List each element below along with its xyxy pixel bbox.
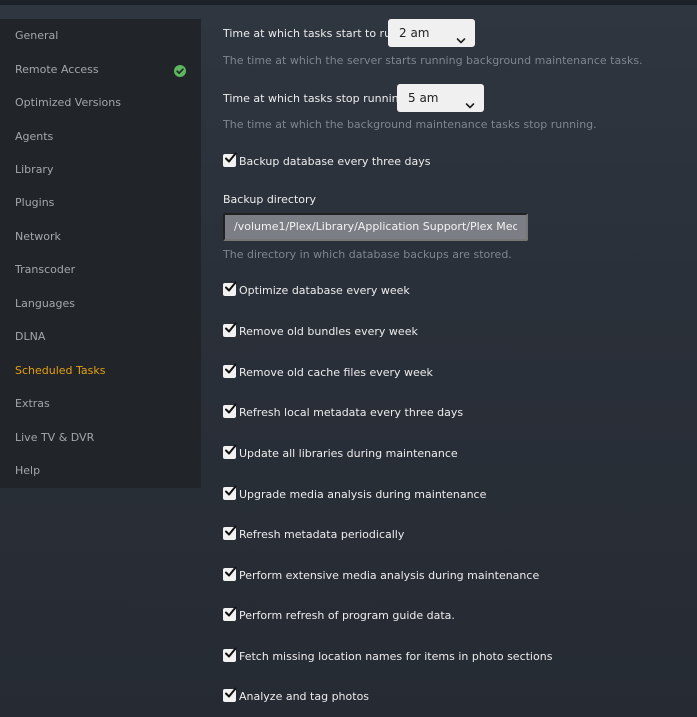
sidebar-item-label: Library <box>15 163 54 176</box>
sidebar-item-languages[interactable]: Languages <box>15 294 195 314</box>
sidebar-item-label: Remote Access <box>15 63 99 76</box>
task-label: Perform refresh of program guide data. <box>239 609 455 622</box>
sidebar-item-transcoder[interactable]: Transcoder <box>15 260 195 280</box>
backup-database-checkbox[interactable] <box>223 152 237 167</box>
sidebar-item-label: Agents <box>15 130 54 143</box>
task-label: Refresh metadata periodically <box>239 528 405 541</box>
sidebar-item-plugins[interactable]: Plugins <box>15 193 195 213</box>
task-label: Analyze and tag photos <box>239 690 370 703</box>
stop-time-select[interactable]: 5 am <box>397 84 484 112</box>
sidebar-item-agents[interactable]: Agents <box>15 127 195 147</box>
stop-time-hint: The time at which the background mainten… <box>223 118 597 131</box>
task-label: Fetch missing location names for items i… <box>239 650 553 663</box>
task-label: Upgrade media analysis during maintenanc… <box>239 488 487 501</box>
task-label: Perform extensive media analysis during … <box>239 569 540 582</box>
chevron-down-icon <box>456 28 466 44</box>
sidebar-item-label: Live TV & DVR <box>15 431 95 444</box>
sidebar-item-label: Extras <box>15 397 50 410</box>
sidebar-item-label: Help <box>15 464 41 477</box>
sidebar-item-live-tv-dvr[interactable]: Live TV & DVR <box>15 428 195 448</box>
sidebar-item-label: Optimized Versions <box>15 96 121 109</box>
sidebar-item-extras[interactable]: Extras <box>15 394 195 414</box>
sidebar-item-label: DLNA <box>15 330 46 343</box>
checkbox[interactable] <box>223 403 237 418</box>
sidebar-item-label: Languages <box>15 297 76 310</box>
checkbox[interactable] <box>223 485 237 500</box>
checkbox[interactable] <box>223 281 237 296</box>
sidebar-item-general[interactable]: General <box>15 26 195 46</box>
sidebar-item-label: Scheduled Tasks <box>15 364 106 377</box>
checkbox[interactable] <box>223 525 237 540</box>
start-time-value: 2 am <box>399 26 430 40</box>
stop-time-label: Time at which tasks stop running <box>223 92 406 105</box>
backup-directory-label: Backup directory <box>223 193 317 206</box>
start-time-hint: The time at which the server starts runn… <box>223 54 643 67</box>
backup-directory-hint: The directory in which database backups … <box>223 248 512 261</box>
task-label: Update all libraries during maintenance <box>239 447 458 460</box>
sidebar-item-label: Plugins <box>15 196 55 209</box>
start-time-select[interactable]: 2 am <box>388 19 475 47</box>
sidebar-item-label: General <box>15 29 59 42</box>
task-label: Remove old cache files every week <box>239 366 433 379</box>
sidebar-item-label: Network <box>15 230 61 243</box>
checkbox[interactable] <box>223 687 237 702</box>
task-label: Remove old bundles every week <box>239 325 418 338</box>
checkbox[interactable] <box>223 444 237 459</box>
sidebar-item-network[interactable]: Network <box>15 227 195 247</box>
sidebar-item-label: Transcoder <box>15 263 76 276</box>
settings-sidebar: General Remote Access Optimized Versions… <box>0 19 201 488</box>
sidebar-item-help[interactable]: Help <box>15 461 195 481</box>
task-label: Refresh local metadata every three days <box>239 406 464 419</box>
sidebar-item-scheduled-tasks[interactable]: Scheduled Tasks <box>15 361 195 381</box>
sidebar-item-library[interactable]: Library <box>15 160 195 180</box>
backup-database-label: Backup database every three days <box>239 155 431 168</box>
task-label: Optimize database every week <box>239 284 410 297</box>
sidebar-item-optimized-versions[interactable]: Optimized Versions <box>15 93 195 113</box>
checkbox[interactable] <box>223 647 237 662</box>
chevron-down-icon <box>465 93 475 109</box>
stop-time-value: 5 am <box>408 91 439 105</box>
start-time-label: Time at which tasks start to run <box>223 27 399 40</box>
sidebar-item-dlna[interactable]: DLNA <box>15 327 195 347</box>
checkbox[interactable] <box>223 322 237 337</box>
check-circle-icon <box>174 64 186 77</box>
top-divider <box>0 0 697 5</box>
backup-directory-input[interactable] <box>223 213 528 241</box>
sidebar-item-remote-access[interactable]: Remote Access <box>15 60 195 80</box>
checkbox[interactable] <box>223 566 237 581</box>
checkbox[interactable] <box>223 363 237 378</box>
checkbox[interactable] <box>223 606 237 621</box>
